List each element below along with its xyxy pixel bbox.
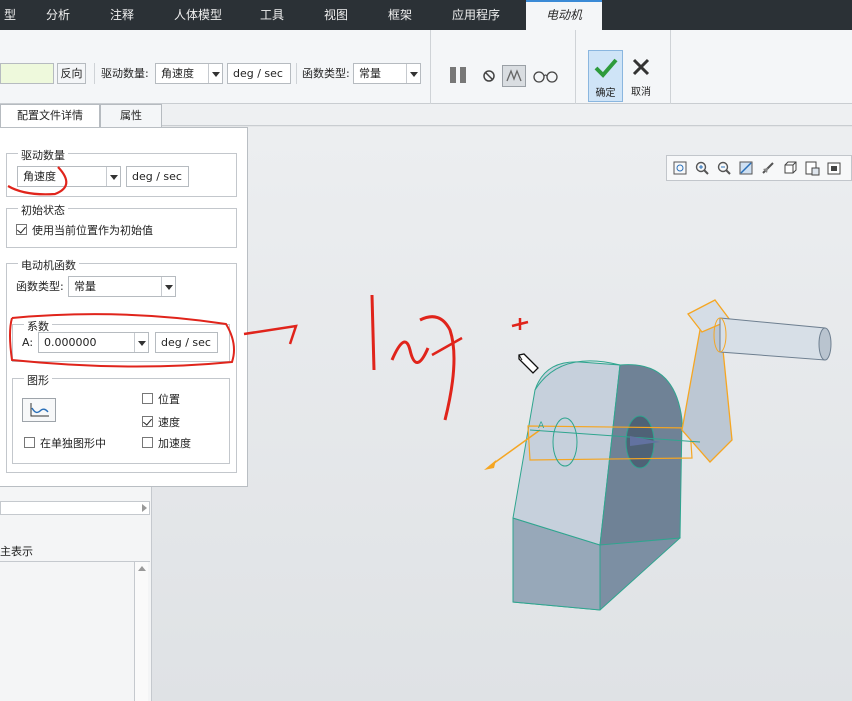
dashboard-tabs: 配置文件详情 属性 bbox=[0, 104, 852, 127]
function-type-value: 常量 bbox=[359, 67, 381, 80]
tree-column-header: 主表示 bbox=[0, 542, 150, 562]
glasses-icon[interactable] bbox=[532, 68, 560, 84]
reverse-button[interactable]: 反向 bbox=[57, 63, 86, 84]
tab-motor[interactable]: 电动机 bbox=[526, 0, 602, 30]
separator bbox=[296, 63, 297, 84]
handwriting-annotations bbox=[7, 166, 529, 421]
tab-manikin[interactable]: 人体模型 bbox=[162, 0, 234, 30]
tab-tools[interactable]: 工具 bbox=[248, 0, 296, 30]
chevron-down-icon bbox=[406, 64, 420, 83]
model-tree: 主表示 bbox=[0, 487, 152, 701]
tab-applications[interactable]: 应用程序 bbox=[440, 0, 512, 30]
tree-scrollbar-h[interactable] bbox=[0, 501, 150, 515]
preview-icon[interactable] bbox=[502, 65, 526, 87]
tab-model[interactable]: 型 bbox=[0, 0, 20, 30]
pencil-cursor-icon bbox=[518, 353, 539, 374]
no-icon[interactable] bbox=[481, 68, 497, 84]
close-icon bbox=[632, 58, 650, 76]
separator bbox=[670, 30, 671, 104]
tab-properties[interactable]: 属性 bbox=[100, 104, 162, 127]
pause-icon[interactable] bbox=[447, 65, 471, 85]
cancel-button[interactable]: 取消 bbox=[626, 50, 656, 102]
tab-analysis[interactable]: 分析 bbox=[34, 0, 82, 30]
tree-scrollbar-v[interactable] bbox=[134, 562, 148, 701]
tab-frame[interactable]: 框架 bbox=[376, 0, 424, 30]
ok-label: 确定 bbox=[595, 88, 616, 99]
separator bbox=[94, 63, 95, 84]
chevron-down-icon bbox=[208, 64, 222, 83]
tab-annotate[interactable]: 注释 bbox=[98, 0, 146, 30]
function-type-label: 函数类型: bbox=[302, 67, 350, 80]
tab-profile-details[interactable]: 配置文件详情 bbox=[0, 104, 100, 127]
tab-view[interactable]: 视图 bbox=[312, 0, 360, 30]
drive-quantity-value: 角速度 bbox=[161, 67, 194, 80]
cancel-label: 取消 bbox=[631, 87, 651, 98]
reference-collector[interactable] bbox=[0, 63, 54, 84]
chevron-right-icon bbox=[142, 504, 147, 512]
separator bbox=[575, 30, 576, 104]
separator bbox=[430, 30, 431, 104]
ok-button[interactable]: 确定 bbox=[588, 50, 623, 102]
drive-quantity-select[interactable]: 角速度 bbox=[155, 63, 223, 84]
ribbon: 反向 驱动数量: 角速度 deg / sec 函数类型: 常量 确定 取消 bbox=[0, 30, 852, 104]
checkmark-icon bbox=[594, 58, 618, 78]
menu-bar: 型 分析 注释 人体模型 工具 视图 框架 应用程序 电动机 bbox=[0, 0, 852, 30]
chevron-up-icon bbox=[138, 566, 146, 571]
function-type-select[interactable]: 常量 bbox=[353, 63, 421, 84]
drive-unit-field: deg / sec bbox=[227, 63, 291, 84]
drive-quantity-label: 驱动数量: bbox=[101, 67, 149, 80]
